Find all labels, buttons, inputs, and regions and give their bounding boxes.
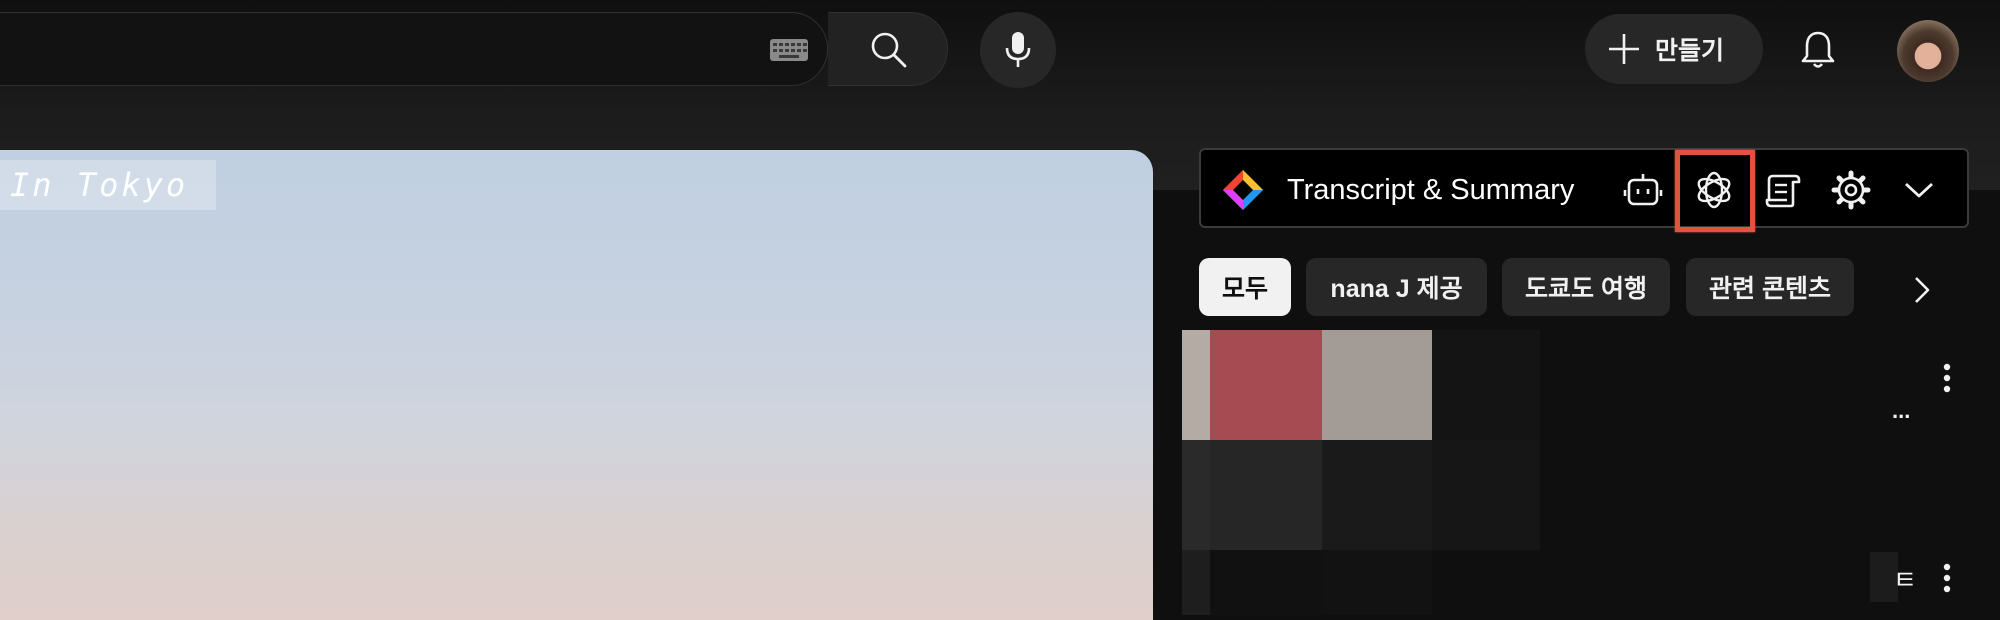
bot-icon (1623, 174, 1663, 206)
settings-button[interactable] (1829, 168, 1873, 212)
extension-logo-icon (1223, 170, 1263, 210)
video-player[interactable]: In Tokyo (0, 150, 1153, 620)
video-caption: In Tokyo (0, 160, 217, 210)
recommendation-thumbnail[interactable] (1182, 330, 1540, 615)
voice-search-button[interactable] (980, 12, 1056, 88)
chevron-down-icon (1905, 182, 1933, 198)
keyboard-icon[interactable] (770, 39, 808, 61)
bell-icon (1801, 31, 1835, 68)
collapse-button[interactable] (1897, 168, 1941, 212)
transcript-summary-panel: Transcript & Summary (1199, 148, 1969, 232)
chips-next-button[interactable] (1900, 268, 1944, 312)
create-button-label: 만들기 (1655, 37, 1725, 65)
chip-channel[interactable]: nana J 제공 (1306, 258, 1487, 316)
bot-button[interactable] (1621, 168, 1665, 212)
extension-title: Transcript & Summary (1287, 174, 1575, 206)
more-vert-icon (1943, 363, 1951, 393)
mic-icon (1005, 32, 1031, 67)
more-vert-icon (1943, 563, 1951, 593)
item-title-partial-text: ㅌ (1893, 565, 1917, 595)
search-button[interactable] (828, 12, 948, 86)
create-button[interactable]: 만들기 (1585, 14, 1763, 84)
notifications-button[interactable] (1790, 22, 1846, 78)
item-trailing-text: ... (1892, 398, 1911, 423)
scroll-icon (1765, 174, 1801, 208)
chip-tokyo-travel[interactable]: 도쿄도 여행 (1502, 258, 1670, 316)
plus-icon (1609, 34, 1639, 64)
avatar[interactable] (1897, 20, 1959, 82)
chip-related[interactable]: 관련 콘텐츠 (1686, 258, 1854, 316)
item-menu-button-2[interactable] (1932, 558, 1962, 598)
gear-icon (1831, 170, 1871, 210)
item-menu-button[interactable] (1932, 358, 1962, 398)
transcript-button[interactable] (1761, 168, 1805, 212)
search-icon (871, 32, 906, 68)
search-input[interactable] (0, 12, 828, 86)
highlight-box (1675, 150, 1755, 232)
chip-all[interactable]: 모두 (1199, 258, 1291, 316)
chevron-right-icon (1915, 277, 1930, 303)
